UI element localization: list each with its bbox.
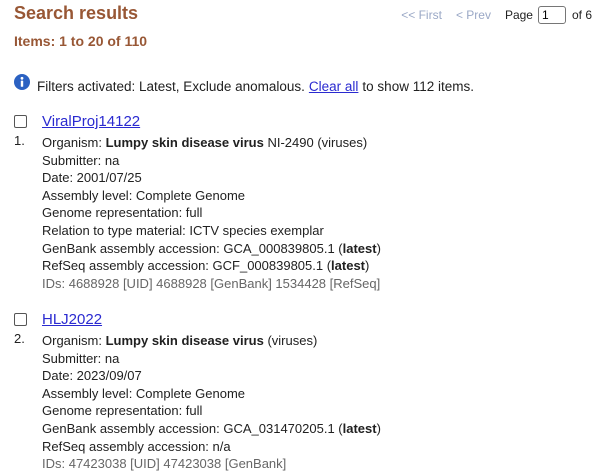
page-label: Page xyxy=(504,8,533,22)
ids-line: IDs: 47423038 [UID] 47423038 [GenBank] xyxy=(42,456,287,472)
date-line: Date: 2001/07/25 xyxy=(42,170,142,186)
result-details: Organism: Lumpy skin disease virus (viru… xyxy=(42,332,381,473)
result-title-link[interactable]: HLJ2022 xyxy=(42,311,102,328)
page-number-input[interactable] xyxy=(537,6,566,24)
submitter-line: Submitter: na xyxy=(42,152,120,168)
prev-page-link[interactable]: < Prev xyxy=(456,8,491,22)
refseq-accession-line: RefSeq assembly accession: GCF_000839805… xyxy=(42,258,370,274)
genome-representation-line: Genome representation: full xyxy=(42,205,203,221)
result-number: 2. xyxy=(14,331,25,346)
first-page-link[interactable]: << First xyxy=(401,8,442,22)
clear-all-link[interactable]: Clear all xyxy=(309,79,359,94)
organism-name: Lumpy skin disease virus xyxy=(105,333,264,348)
genbank-accession-line: GenBank assembly accession: GCA_03147020… xyxy=(42,420,381,436)
ids-line: IDs: 4688928 [UID] 4688928 [GenBank] 153… xyxy=(42,275,381,291)
genome-representation-line: Genome representation: full xyxy=(42,403,203,419)
organism-name: Lumpy skin disease virus xyxy=(105,135,264,150)
assembly-level-line: Assembly level: Complete Genome xyxy=(42,385,246,401)
filters-notice: Filters activated: Latest, Exclude anoma… xyxy=(14,74,474,94)
info-icon xyxy=(14,74,30,90)
organism-line: Organism: Lumpy skin disease virus NI-24… xyxy=(42,135,368,150)
date-line: Date: 2023/09/07 xyxy=(42,368,142,384)
items-count: Items: 1 to 20 of 110 xyxy=(14,33,148,49)
organism-line: Organism: Lumpy skin disease virus (viru… xyxy=(42,333,318,348)
filters-suffix: to show 112 items. xyxy=(362,78,474,94)
page-title: Search results xyxy=(14,3,139,23)
result-details: Organism: Lumpy skin disease virus NI-24… xyxy=(42,134,381,292)
result-number: 1. xyxy=(14,133,25,148)
result-checkbox[interactable] xyxy=(14,313,27,326)
submitter-line: Submitter: na xyxy=(42,350,120,366)
page-total: of 6 xyxy=(571,8,592,22)
type-material-line: Relation to type material: ICTV species … xyxy=(42,222,324,238)
result-checkbox[interactable] xyxy=(14,115,27,128)
genbank-accession-line: GenBank assembly accession: GCA_00083980… xyxy=(42,240,381,256)
assembly-level-line: Assembly level: Complete Genome xyxy=(42,187,246,203)
result-title-link[interactable]: ViralProj14122 xyxy=(42,113,140,130)
pager: << First < Prev Page of 6 xyxy=(401,6,592,24)
refseq-accession-line: RefSeq assembly accession: n/a xyxy=(42,438,231,454)
filters-text: Filters activated: Latest, Exclude anoma… xyxy=(37,78,305,94)
